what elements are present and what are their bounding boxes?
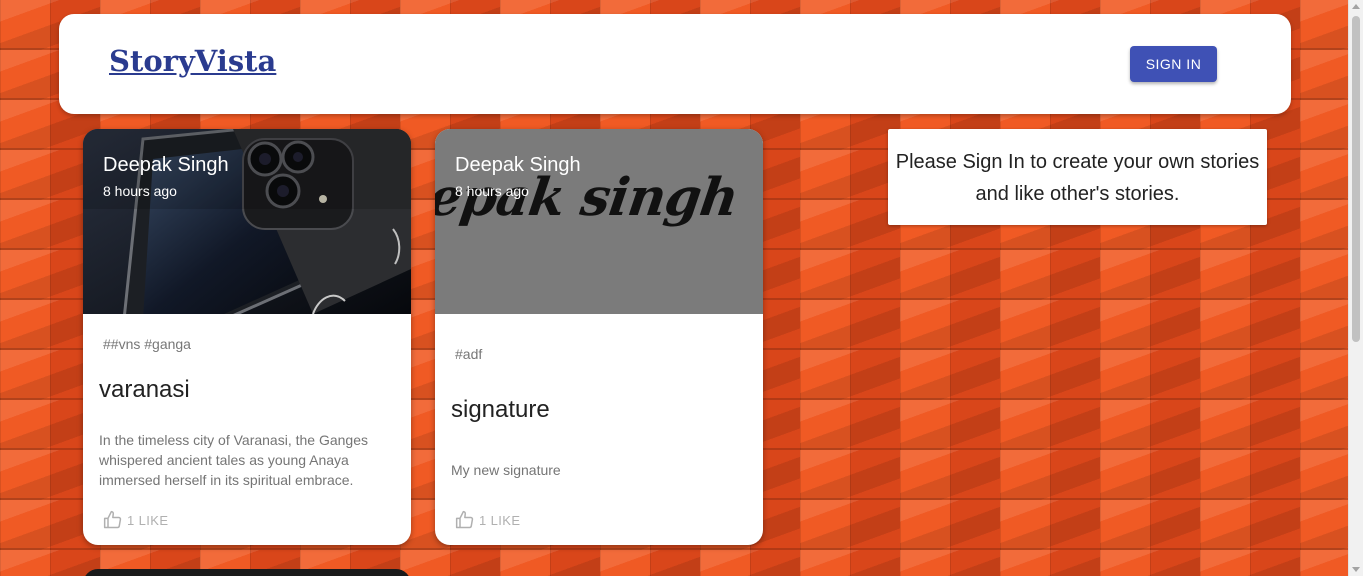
scroll-down-icon[interactable]	[1352, 567, 1360, 572]
scrollbar-thumb[interactable]	[1352, 16, 1360, 342]
story-tags: #adf	[455, 346, 483, 362]
like-button[interactable]: 1 LIKE	[103, 510, 168, 530]
thumbs-up-icon	[103, 510, 122, 529]
sign-in-prompt: Please Sign In to create your own storie…	[888, 129, 1267, 225]
story-description: My new signature	[451, 462, 561, 478]
like-count: 1 LIKE	[127, 512, 169, 528]
story-card[interactable]: Deepak Singh 8 hours ago ##vns #ganga va…	[83, 129, 411, 545]
sign-in-prompt-text: Please Sign In to create your own storie…	[895, 151, 1260, 205]
story-author: Deepak Singh	[103, 154, 229, 176]
like-button[interactable]: 1 LIKE	[455, 510, 520, 530]
story-tags: ##vns #ganga	[103, 336, 191, 352]
story-timestamp: 8 hours ago	[455, 183, 529, 199]
scroll-up-icon[interactable]	[1352, 4, 1360, 9]
story-image: epak singh Deepak Singh 8 hours ago	[435, 129, 763, 314]
thumbs-up-icon	[455, 510, 474, 529]
like-count: 1 LIKE	[479, 512, 521, 528]
page-scrollbar[interactable]	[1348, 0, 1363, 576]
story-card[interactable]: epak singh Deepak Singh 8 hours ago #adf…	[435, 129, 763, 545]
story-description: In the timeless city of Varanasi, the Ga…	[99, 432, 368, 488]
app-header: StoryVista SIGN IN	[59, 14, 1291, 114]
story-card-partial[interactable]	[83, 569, 411, 576]
sign-in-button[interactable]: SIGN IN	[1130, 46, 1217, 82]
brand-logo-link[interactable]: StoryVista	[109, 44, 276, 78]
story-author: Deepak Singh	[455, 154, 581, 176]
story-title: signature	[451, 396, 550, 423]
story-image: Deepak Singh 8 hours ago	[83, 129, 411, 314]
story-title: varanasi	[99, 376, 190, 403]
story-timestamp: 8 hours ago	[103, 183, 177, 199]
